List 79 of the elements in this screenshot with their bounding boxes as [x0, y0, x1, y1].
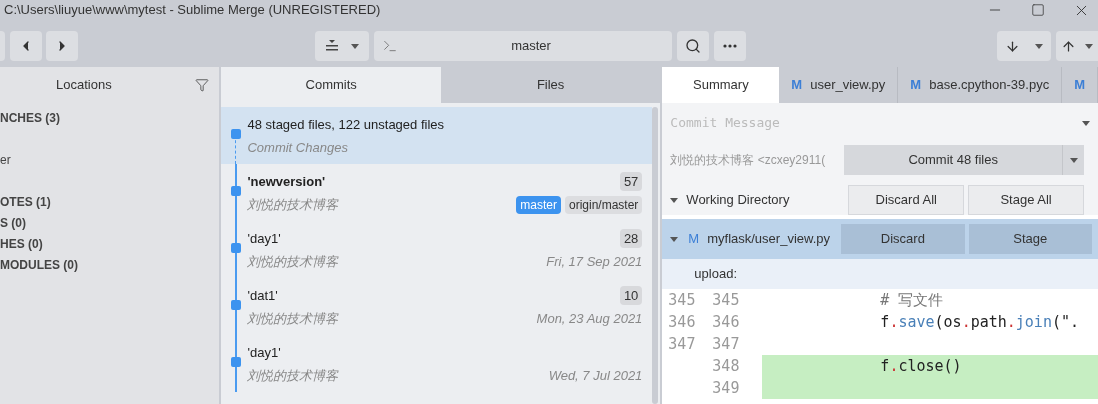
- commit-node: [231, 300, 242, 310]
- more-icon: [723, 44, 737, 48]
- tab[interactable]: Summary: [662, 67, 780, 103]
- commit-row[interactable]: 'dat1' 10 刘悦的技术博客 Mon, 23 Aug 2021: [221, 278, 653, 335]
- branch-field[interactable]: master: [374, 31, 672, 61]
- back-button[interactable]: [10, 31, 42, 61]
- action-button[interactable]: Stage: [968, 224, 1092, 254]
- pull-button[interactable]: [997, 31, 1051, 61]
- dropdown-icon: [1082, 120, 1090, 126]
- filter-icon[interactable]: [195, 78, 210, 92]
- commit-row[interactable]: 'newversion' 57 刘悦的技术博客 master origin/master: [221, 164, 653, 221]
- sidebar-section[interactable]: HES (0): [0, 234, 220, 255]
- arrow-down-icon: [1004, 38, 1020, 54]
- modified-icon: M: [791, 75, 803, 95]
- commit-author: 刘悦的技术博客: [247, 309, 339, 328]
- stash-button[interactable]: [315, 31, 369, 61]
- line-number: 345: [667, 289, 697, 311]
- sidebar-section[interactable]: S (0): [0, 213, 220, 234]
- sidebar-title: Locations: [56, 76, 112, 95]
- search-icon: [685, 38, 701, 54]
- line-number: 345: [712, 289, 741, 311]
- count-badge: 57: [619, 171, 643, 192]
- commit-author: 刘悦的技术博客: [247, 252, 339, 271]
- sidebar-section[interactable]: OTES (1): [0, 192, 220, 213]
- line-number: 347: [667, 333, 697, 355]
- action-button[interactable]: Stage All: [968, 185, 1084, 215]
- terminal-icon: [382, 38, 398, 54]
- search-button[interactable]: [677, 31, 709, 61]
- commit-title: 48 staged files, 122 unstaged files: [247, 115, 445, 134]
- file-path[interactable]: myflask/user_view.py: [707, 229, 838, 249]
- line-number: 347: [712, 333, 741, 355]
- count-badge: 10: [619, 285, 643, 306]
- line-number: 348: [712, 355, 741, 377]
- line-number: 349: [712, 377, 741, 399]
- hunk-header: upload:: [694, 265, 737, 284]
- commit-node: [231, 357, 242, 367]
- commit-title: 'newversion': [247, 172, 326, 191]
- author-label: 刘悦的技术博客 <zcxey2911(: [670, 152, 827, 169]
- commit-date: Fri, 17 Sep 2021: [546, 252, 643, 271]
- commit-node: [231, 186, 242, 196]
- collapse-icon: [670, 197, 679, 203]
- commit-row[interactable]: 'day1' 刘悦的技术博客 Wed, 7 Jul 2021: [221, 335, 653, 392]
- window-title: C:\Users\liuyue\www\mytest - Sublime Merge (UNREGISTERED): [3, 1, 381, 20]
- commit-row[interactable]: 48 staged files, 122 unstaged files Commit Changes: [221, 107, 653, 164]
- modified-icon: M: [910, 75, 922, 95]
- push-button[interactable]: [1056, 31, 1098, 61]
- caret-icon: [351, 43, 359, 49]
- commit-row[interactable]: 'day1' 28 刘悦的技术博客 Fri, 17 Sep 2021: [221, 221, 653, 278]
- commit-node: [231, 129, 242, 139]
- action-button[interactable]: Discard: [841, 224, 965, 254]
- caret-icon: [1069, 157, 1078, 163]
- count-badge: 28: [619, 228, 643, 249]
- sidebar-section[interactable]: NCHES (3): [0, 108, 220, 129]
- collapse-icon: [670, 236, 679, 242]
- commit-subtitle: Commit Changes: [247, 138, 348, 157]
- commit-date: Wed, 7 Jul 2021: [548, 366, 643, 385]
- section-title[interactable]: Working Directory: [686, 190, 845, 210]
- caret-icon: [1035, 43, 1044, 49]
- commit-author: 刘悦的技术博客: [247, 366, 339, 385]
- line-number: 346: [712, 311, 741, 333]
- commit-title: 'dat1': [247, 286, 278, 305]
- sidebar-section[interactable]: er: [0, 150, 220, 171]
- tab[interactable]: Commits: [221, 67, 441, 103]
- sidebar-section[interactable]: MODULES (0): [0, 255, 220, 276]
- branch-tag[interactable]: origin/master: [565, 195, 643, 214]
- modified-icon: M: [1074, 75, 1085, 95]
- commit-author: 刘悦的技术博客: [247, 195, 339, 214]
- maximize-icon[interactable]: [1031, 3, 1045, 17]
- commit-title: 'day1': [247, 343, 281, 362]
- commit-date: Mon, 23 Aug 2021: [536, 309, 643, 328]
- action-button[interactable]: Discard All: [848, 185, 965, 215]
- forward-button[interactable]: [46, 31, 78, 61]
- stash-icon: [325, 40, 339, 52]
- commit-button[interactable]: Commit 48 files: [844, 145, 1084, 175]
- modified-icon: M: [688, 229, 700, 249]
- commit-node: [231, 243, 242, 253]
- caret-icon: [1085, 43, 1094, 49]
- line-number: 346: [667, 311, 697, 333]
- commit-title: 'day1': [247, 229, 281, 248]
